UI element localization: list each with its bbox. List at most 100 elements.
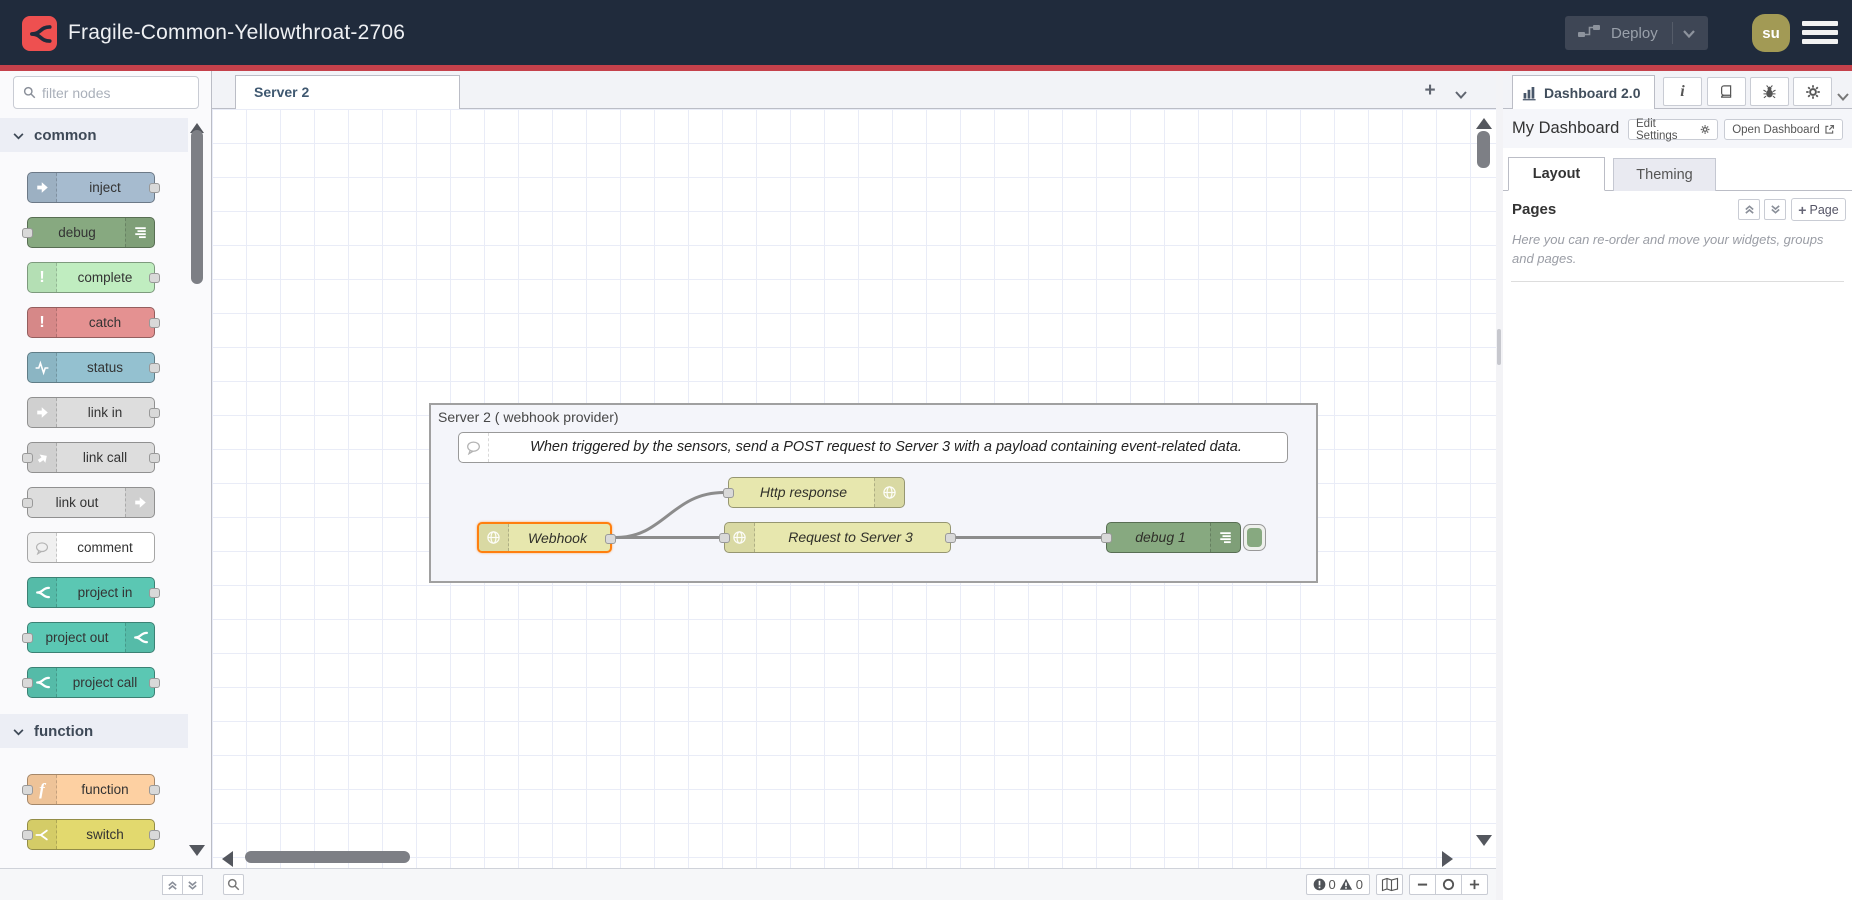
palette-node-comment[interactable]: comment — [27, 532, 155, 563]
palette-scrollbar-down-icon[interactable] — [189, 845, 205, 856]
output-port[interactable] — [945, 533, 956, 543]
input-port[interactable] — [723, 488, 734, 498]
main-menu-icon[interactable] — [1802, 21, 1838, 48]
debug-list-icon — [1210, 523, 1240, 552]
node-palette: common inject — [0, 71, 212, 900]
input-port[interactable] — [22, 785, 33, 795]
dashboard-header: My Dashboard Edit Settings Open Dashboar… — [1503, 109, 1852, 148]
workspace-footer: 0 0 — [212, 868, 1496, 900]
output-port[interactable] — [149, 453, 160, 463]
search-flows-button[interactable] — [223, 874, 244, 895]
palette-category-function[interactable]: function — [0, 714, 188, 748]
palette-node-project-out[interactable]: project out — [27, 622, 155, 653]
dashboard-title: My Dashboard — [1512, 109, 1619, 148]
node-request-to-server3[interactable]: Request to Server 3 — [724, 522, 951, 553]
speech-bubble-icon — [28, 533, 57, 562]
tab-config-button[interactable] — [1793, 77, 1832, 106]
output-port[interactable] — [149, 785, 160, 795]
output-port[interactable] — [149, 830, 160, 840]
sidebar-tabs-caret-icon[interactable] — [1837, 88, 1849, 106]
flow-canvas[interactable]: Server 2 ( webhook provider) When trigge… — [212, 109, 1496, 868]
pages-section-title: Pages — [1512, 201, 1556, 218]
add-flow-button[interactable]: + — [1417, 78, 1443, 104]
palette-node-inject[interactable]: inject — [27, 172, 155, 203]
palette-scrollbar-thumb[interactable] — [191, 130, 203, 284]
deploy-nodes-icon — [1577, 23, 1601, 44]
palette-node-function[interactable]: f function — [27, 774, 155, 805]
input-port[interactable] — [22, 498, 33, 508]
sidebar-splitter[interactable] — [1496, 71, 1503, 900]
deploy-button[interactable]: Deploy — [1565, 16, 1708, 50]
node-debug-1[interactable]: debug 1 — [1106, 522, 1241, 553]
deploy-caret-icon[interactable] — [1683, 25, 1695, 43]
palette-node-link-in[interactable]: link in — [27, 397, 155, 428]
palette-node-status[interactable]: status — [27, 352, 155, 383]
chevron-down-icon — [13, 723, 24, 740]
expand-all-categories-button[interactable] — [182, 875, 203, 895]
input-port[interactable] — [719, 533, 730, 543]
tab-theming[interactable]: Theming — [1613, 158, 1716, 191]
tab-debug-button[interactable] — [1750, 77, 1789, 106]
instance-title: Fragile-Common-Yellowthroat-2706 — [68, 0, 405, 65]
globe-icon — [874, 478, 904, 507]
palette-category-common[interactable]: common — [0, 118, 188, 152]
tab-layout[interactable]: Layout — [1508, 157, 1605, 191]
debug-enable-toggle[interactable] — [1243, 524, 1266, 551]
palette-node-project-in[interactable]: project in — [27, 577, 155, 608]
output-port[interactable] — [149, 678, 160, 688]
exclamation-icon: ! — [28, 263, 57, 292]
input-port[interactable] — [22, 633, 33, 643]
zoom-out-button[interactable] — [1409, 874, 1436, 895]
notification-counts[interactable]: 0 0 — [1306, 874, 1370, 895]
user-avatar[interactable]: su — [1752, 14, 1790, 52]
tab-dashboard-2[interactable]: Dashboard 2.0 — [1512, 75, 1655, 110]
palette-node-complete[interactable]: ! complete — [27, 262, 155, 293]
speech-bubble-icon — [459, 433, 489, 462]
zoom-in-button[interactable] — [1461, 874, 1488, 895]
input-port[interactable] — [22, 228, 33, 238]
app-header: Fragile-Common-Yellowthroat-2706 Deploy … — [0, 0, 1852, 71]
flow-tab-server2[interactable]: Server 2 — [235, 75, 460, 110]
open-dashboard-button[interactable]: Open Dashboard — [1724, 119, 1843, 140]
edit-settings-button[interactable]: Edit Settings — [1628, 119, 1718, 140]
input-port[interactable] — [1101, 533, 1112, 543]
flow-tab-bar: Server 2 + — [212, 71, 1496, 109]
input-port[interactable] — [22, 678, 33, 688]
output-port[interactable] — [149, 408, 160, 418]
palette-node-link-out[interactable]: link out — [27, 487, 155, 518]
node-http-response[interactable]: Http response — [728, 477, 905, 508]
add-page-button[interactable]: + Page — [1791, 198, 1846, 221]
palette-node-link-call[interactable]: link call — [27, 442, 155, 473]
output-port[interactable] — [605, 534, 616, 544]
output-port[interactable] — [149, 183, 160, 193]
navigator-button[interactable] — [1376, 874, 1403, 895]
output-port[interactable] — [149, 588, 160, 598]
deploy-label: Deploy — [1611, 25, 1658, 42]
output-port[interactable] — [149, 318, 160, 328]
tab-info-button[interactable]: i — [1663, 77, 1702, 106]
double-chevron-down-icon — [187, 880, 198, 891]
input-port[interactable] — [22, 830, 33, 840]
tab-help-button[interactable] — [1707, 77, 1746, 106]
flow-list-caret-icon[interactable] — [1455, 86, 1467, 104]
move-page-down-button[interactable] — [1764, 199, 1786, 220]
plus-icon: + — [1798, 202, 1806, 218]
palette-node-switch[interactable]: switch — [27, 819, 155, 850]
splitter-drag-handle[interactable] — [1497, 329, 1501, 365]
output-port[interactable] — [149, 363, 160, 373]
palette-node-catch[interactable]: ! catch — [27, 307, 155, 338]
palette-filter[interactable] — [13, 76, 199, 109]
comment-node[interactable]: When triggered by the sensors, send a PO… — [458, 432, 1288, 463]
zoom-reset-button[interactable] — [1435, 874, 1462, 895]
input-port[interactable] — [22, 453, 33, 463]
pulse-icon — [28, 353, 57, 382]
palette-filter-input[interactable] — [42, 85, 182, 101]
bar-chart-icon — [1522, 85, 1538, 101]
double-chevron-down-icon — [1770, 204, 1781, 215]
collapse-all-categories-button[interactable] — [162, 875, 183, 895]
palette-node-debug[interactable]: debug — [27, 217, 155, 248]
output-port[interactable] — [149, 273, 160, 283]
palette-node-project-call[interactable]: project call — [27, 667, 155, 698]
node-webhook[interactable]: Webhook — [477, 522, 612, 553]
move-page-up-button[interactable] — [1738, 199, 1760, 220]
